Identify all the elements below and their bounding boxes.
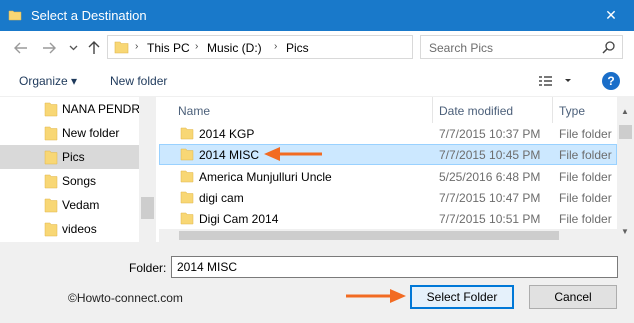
- folder-icon: [180, 191, 194, 204]
- new-folder-button[interactable]: New folder: [110, 74, 167, 88]
- watermark-text: ©Howto-connect.com: [68, 291, 183, 305]
- window-title: Select a Destination: [31, 8, 147, 23]
- file-type: File folder: [559, 148, 612, 162]
- nav-item-vedam[interactable]: Vedam: [0, 193, 139, 217]
- up-arrow-icon: [88, 41, 100, 54]
- column-header-label: Type: [559, 104, 586, 118]
- file-name: 2014 KGP: [199, 127, 255, 141]
- breadcrumb-separator: ›: [195, 41, 199, 52]
- file-name: digi cam: [199, 191, 244, 205]
- file-type: File folder: [559, 170, 612, 184]
- nav-item-label: videos: [62, 222, 97, 236]
- navigation-pane-scrollbar[interactable]: [139, 97, 156, 242]
- cancel-button[interactable]: Cancel: [529, 285, 617, 309]
- file-row[interactable]: 2014 KGP 7/7/2015 10:37 PM File folder: [159, 123, 617, 144]
- file-date-modified: 7/7/2015 10:45 PM: [439, 148, 541, 162]
- file-date-modified: 7/7/2015 10:47 PM: [439, 191, 541, 205]
- file-row-selected[interactable]: 2014 MISC 7/7/2015 10:45 PM File folder: [159, 144, 617, 165]
- file-name: 2014 MISC: [199, 148, 260, 162]
- nav-item-label: Pics: [62, 150, 85, 164]
- folder-icon: [44, 102, 58, 117]
- search-box[interactable]: [420, 35, 623, 59]
- breadcrumb-pics[interactable]: Pics: [286, 41, 309, 55]
- recent-locations-button[interactable]: [64, 40, 82, 56]
- search-input[interactable]: [429, 40, 594, 55]
- title-bar: Select a Destination ✕: [0, 0, 634, 31]
- file-name: Digi Cam 2014: [199, 212, 279, 226]
- nav-item-label: Vedam: [62, 198, 100, 212]
- column-header-date-modified[interactable]: Date modified: [433, 97, 553, 123]
- change-view-button[interactable]: [538, 73, 574, 89]
- file-date-modified: 5/25/2016 6:48 PM: [439, 170, 541, 184]
- file-type: File folder: [559, 191, 612, 205]
- nav-item-label: New folder: [62, 126, 120, 140]
- file-row[interactable]: America Munjulluri Uncle 5/25/2016 6:48 …: [159, 166, 617, 187]
- folder-icon: [8, 10, 22, 21]
- file-list-horizontal-scrollbar[interactable]: [159, 229, 617, 242]
- nav-item-new-folder[interactable]: New folder: [0, 121, 139, 145]
- scroll-down-icon[interactable]: ▼: [621, 227, 629, 236]
- nav-item-label: Songs: [62, 174, 97, 188]
- nav-item-songs[interactable]: Songs: [0, 169, 139, 193]
- view-options-icon: [539, 76, 571, 86]
- folder-name-input[interactable]: [171, 256, 618, 278]
- file-row[interactable]: Digi Cam 2014 7/7/2015 10:51 PM File fol…: [159, 208, 617, 229]
- navigation-pane: NANA PENDRIV New folder Pics Songs Vedam…: [0, 97, 156, 242]
- nav-item-label: NANA PENDRIV: [62, 102, 152, 116]
- search-icon[interactable]: [602, 40, 616, 54]
- forward-button[interactable]: [40, 40, 58, 56]
- forward-arrow-icon: [43, 42, 56, 54]
- column-header-type[interactable]: Type: [553, 97, 617, 123]
- breadcrumb-music-drive[interactable]: Music (D:): [207, 41, 262, 55]
- file-row[interactable]: digi cam 7/7/2015 10:47 PM File folder: [159, 187, 617, 208]
- folder-icon: [44, 222, 58, 237]
- close-icon: ✕: [605, 7, 617, 23]
- organize-menu-button[interactable]: Organize ▾: [19, 74, 77, 88]
- folder-icon: [114, 41, 129, 54]
- folder-icon: [44, 126, 58, 141]
- up-button[interactable]: [85, 40, 103, 56]
- nav-item-videos[interactable]: videos: [0, 217, 139, 241]
- address-bar[interactable]: › This PC › Music (D:) › Pics: [107, 35, 514, 59]
- close-button[interactable]: ✕: [588, 0, 634, 31]
- file-date-modified: 7/7/2015 10:37 PM: [439, 127, 541, 141]
- column-header-label: Name: [178, 104, 211, 118]
- folder-icon: [180, 148, 194, 161]
- help-icon: ?: [607, 74, 615, 88]
- back-arrow-icon: [14, 42, 27, 54]
- scrollbar-thumb[interactable]: [179, 231, 559, 240]
- column-header-name[interactable]: Name: [159, 97, 433, 123]
- file-type: File folder: [559, 127, 612, 141]
- back-button[interactable]: [12, 40, 30, 56]
- folder-icon: [44, 174, 58, 189]
- breadcrumb-separator: ›: [135, 41, 139, 52]
- file-name: America Munjulluri Uncle: [199, 170, 332, 184]
- folder-icon: [180, 127, 194, 140]
- scroll-up-icon[interactable]: ▲: [621, 107, 629, 116]
- folder-icon: [44, 150, 58, 165]
- column-header-label: Date modified: [439, 104, 514, 118]
- file-list-vertical-scrollbar[interactable]: ▲ ▼: [617, 97, 634, 242]
- select-folder-button[interactable]: Select Folder: [410, 285, 514, 309]
- folder-icon: [44, 198, 58, 213]
- folder-icon: [180, 212, 194, 225]
- nav-item-nana-pendriv[interactable]: NANA PENDRIV: [0, 97, 151, 121]
- file-list: Name Date modified Type 2014 KGP 7/7/201…: [159, 97, 617, 242]
- nav-item-pics[interactable]: Pics: [0, 145, 139, 169]
- folder-field-label: Folder:: [129, 261, 167, 275]
- scrollbar-thumb[interactable]: [619, 125, 632, 139]
- dialog-footer: [0, 242, 634, 323]
- command-toolbar: Organize ▾ New folder ?: [0, 65, 634, 97]
- scrollbar-thumb[interactable]: [141, 197, 154, 219]
- folder-icon: [180, 170, 194, 183]
- file-type: File folder: [559, 212, 612, 226]
- breadcrumb-this-pc[interactable]: This PC: [147, 41, 190, 55]
- help-button[interactable]: ?: [602, 72, 620, 90]
- file-date-modified: 7/7/2015 10:51 PM: [439, 212, 541, 226]
- chevron-down-icon: [69, 45, 77, 51]
- breadcrumb-separator: ›: [274, 41, 278, 52]
